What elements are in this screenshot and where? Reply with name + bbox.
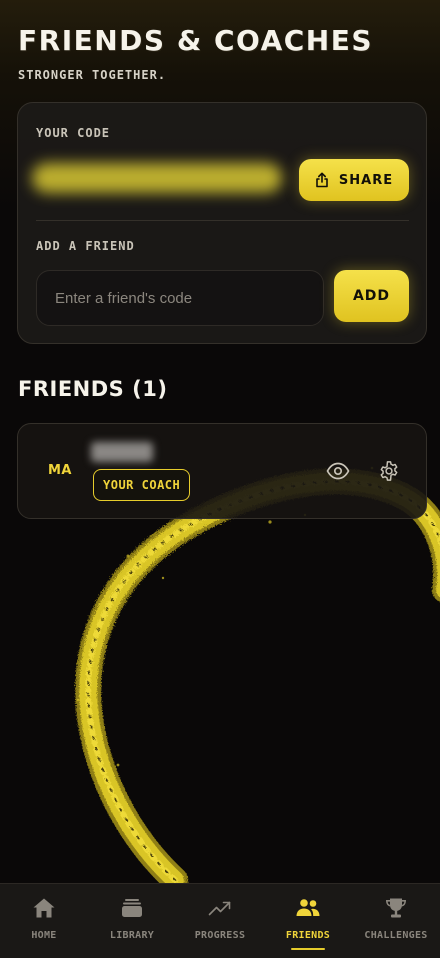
- eye-icon: [326, 462, 350, 480]
- add-friend-label: ADD A FRIEND: [36, 239, 135, 253]
- page-title: FRIENDS & COACHES: [18, 24, 374, 57]
- users-icon: [296, 899, 320, 916]
- tab-library-label: LIBRARY: [109, 930, 155, 941]
- friend-row[interactable]: MA YOUR COACH: [17, 423, 427, 519]
- share-button-label: SHARE: [338, 172, 394, 188]
- trending-up-icon: [208, 901, 231, 916]
- settings-button[interactable]: [374, 456, 404, 486]
- view-button[interactable]: [323, 456, 353, 486]
- tab-friends-label: FRIENDS: [285, 930, 331, 941]
- tab-home[interactable]: HOME: [0, 884, 88, 958]
- page-subtitle: STRONGER TOGETHER.: [18, 68, 167, 82]
- avatar: MA: [48, 462, 72, 478]
- divider: [36, 220, 409, 221]
- bottom-tab-bar: HOME LIBRARY PROGRESS FRIENDS CHALLENGES: [0, 883, 440, 958]
- friend-code-input[interactable]: [36, 270, 324, 326]
- friends-heading: FRIENDS (1): [18, 377, 168, 401]
- tab-progress[interactable]: PROGRESS: [176, 884, 264, 958]
- friend-code-card: YOUR CODE SHARE ADD A FRIEND ADD: [17, 102, 427, 344]
- home-icon: [33, 898, 55, 918]
- tab-library[interactable]: LIBRARY: [88, 884, 176, 958]
- gear-icon: [380, 461, 398, 481]
- tab-home-label: HOME: [31, 930, 57, 941]
- tab-challenges-label: CHALLENGES: [364, 930, 428, 941]
- your-code-label: YOUR CODE: [36, 126, 111, 140]
- active-tab-indicator: [291, 948, 325, 950]
- friend-name-redacted: [91, 442, 153, 462]
- tab-friends[interactable]: FRIENDS: [264, 884, 352, 958]
- coach-badge: YOUR COACH: [93, 469, 191, 501]
- your-code-value-redacted: [32, 163, 282, 193]
- add-friend-button[interactable]: ADD: [334, 270, 409, 322]
- tab-challenges[interactable]: CHALLENGES: [352, 884, 440, 958]
- library-icon: [122, 899, 142, 917]
- share-icon: [316, 172, 328, 188]
- tab-progress-label: PROGRESS: [194, 930, 246, 941]
- share-button[interactable]: SHARE: [299, 159, 409, 201]
- trophy-icon: [386, 898, 406, 918]
